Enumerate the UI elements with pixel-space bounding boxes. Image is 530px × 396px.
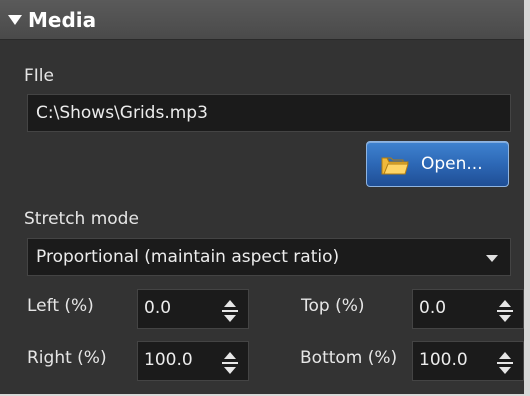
- increment-arrow-icon[interactable]: [224, 352, 236, 359]
- open-button-label: Open...: [421, 154, 483, 174]
- top-percent-value: 0.0: [419, 298, 447, 318]
- file-path-field[interactable]: C:\Shows\Grids.mp3: [27, 94, 511, 132]
- chevron-down-icon[interactable]: [486, 255, 498, 262]
- file-path-value: C:\Shows\Grids.mp3: [36, 103, 208, 123]
- left-percent-label: Left (%): [27, 296, 94, 316]
- top-percent-label: Top (%): [301, 296, 365, 316]
- section-title: Media: [28, 8, 97, 32]
- collapse-triangle-icon[interactable]: [8, 15, 22, 25]
- right-percent-spinner[interactable]: 100.0: [137, 341, 249, 381]
- decrement-arrow-icon[interactable]: [224, 367, 236, 374]
- left-percent-value: 0.0: [144, 298, 172, 318]
- bottom-percent-value: 100.0: [419, 350, 468, 370]
- folder-icon: [381, 157, 409, 175]
- left-percent-spinner[interactable]: 0.0: [137, 289, 249, 329]
- increment-arrow-icon[interactable]: [499, 300, 511, 307]
- top-percent-spinner[interactable]: 0.0: [412, 289, 524, 329]
- media-section-header[interactable]: Media: [0, 0, 524, 40]
- spinner-divider: [222, 362, 238, 364]
- increment-arrow-icon[interactable]: [499, 352, 511, 359]
- decrement-arrow-icon[interactable]: [499, 315, 511, 322]
- decrement-arrow-icon[interactable]: [499, 367, 511, 374]
- decrement-arrow-icon[interactable]: [224, 315, 236, 322]
- right-percent-label: Right (%): [27, 348, 107, 368]
- stretch-mode-dropdown[interactable]: Proportional (maintain aspect ratio): [27, 238, 511, 276]
- spinner-divider: [497, 310, 513, 312]
- open-file-button[interactable]: Open...: [366, 141, 509, 187]
- increment-arrow-icon[interactable]: [224, 300, 236, 307]
- stretch-mode-label: Stretch mode: [24, 209, 139, 229]
- media-panel: Media FIle C:\Shows\Grids.mp3 Open... St…: [0, 0, 530, 396]
- file-label: FIle: [24, 66, 54, 86]
- spinner-divider: [497, 362, 513, 364]
- stretch-mode-selected: Proportional (maintain aspect ratio): [36, 247, 340, 267]
- bottom-percent-label: Bottom (%): [300, 348, 398, 368]
- spinner-divider: [222, 310, 238, 312]
- bottom-percent-spinner[interactable]: 100.0: [412, 341, 524, 381]
- right-percent-value: 100.0: [144, 350, 193, 370]
